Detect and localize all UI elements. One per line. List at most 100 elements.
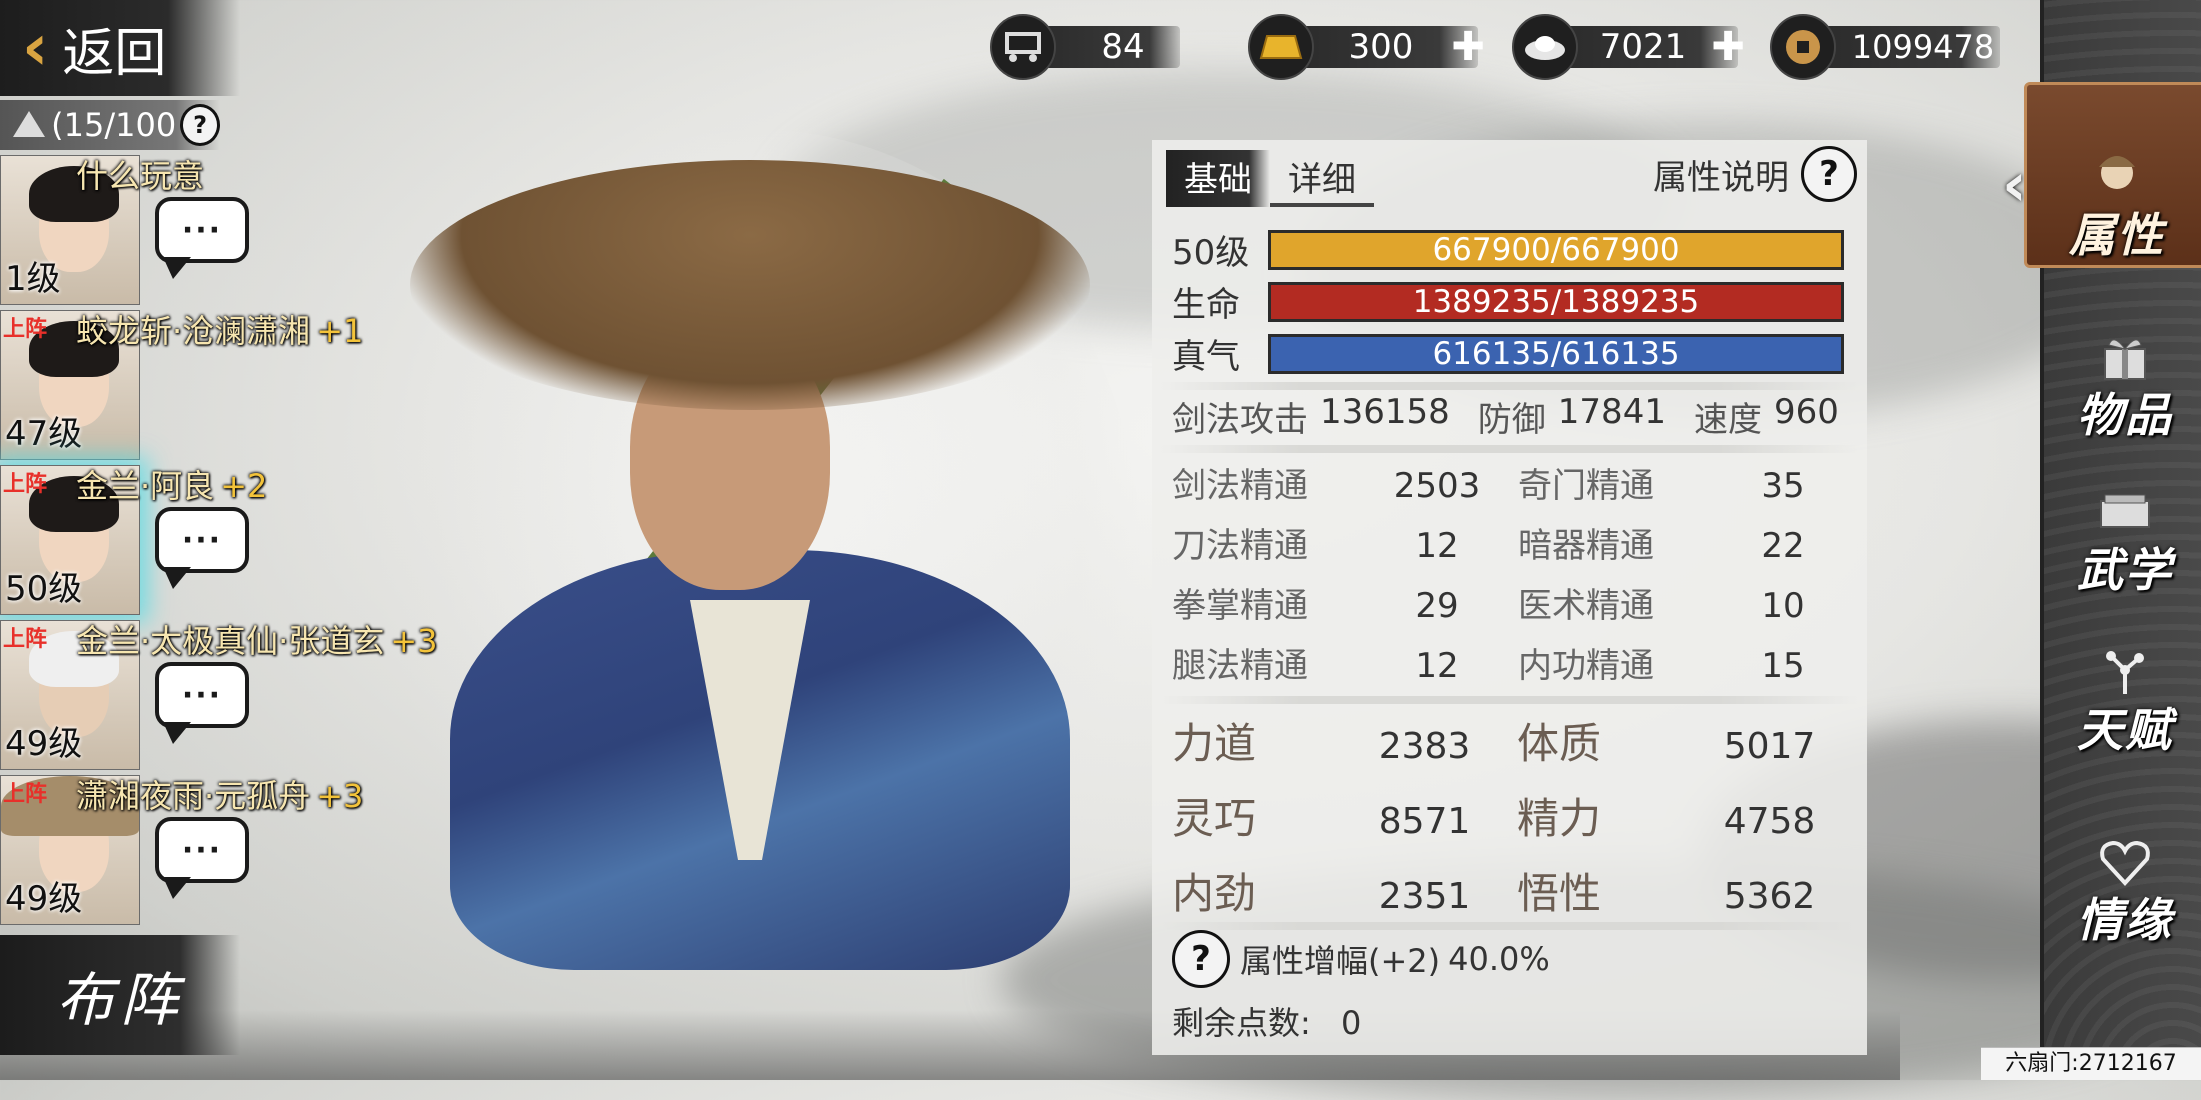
on-field-badge: 上阵 (3, 627, 48, 652)
attribute-bonus: ? 属性增幅(+2) 40.0% (1172, 930, 1550, 988)
tab-detail[interactable]: 详细 (1270, 150, 1374, 207)
hp-bar-text: 1389235/1389235 (1412, 283, 1700, 320)
mastery-label: 暗器精通 (1518, 526, 1654, 566)
mastery-value: 15 (1761, 646, 1805, 686)
attribute-value: 2383 (1378, 726, 1471, 767)
roster-member[interactable]: 1级 什么玩意 ··· (0, 155, 260, 310)
mastery-row: 剑法精通 2503 奇门精通 35 (1172, 458, 1858, 507)
divider (1160, 922, 1859, 930)
member-level: 1级 (5, 259, 61, 299)
combat-stats: 剑法攻击 136158 防御 17841 速度 960 (1172, 392, 1855, 441)
hp-bar: 1389235/1389235 (1268, 281, 1844, 322)
attribute-label: 精力 (1517, 794, 1602, 843)
chat-bubble-icon[interactable]: ··· (155, 197, 249, 279)
roster-help-icon[interactable]: ? (180, 104, 220, 146)
bonus-help-icon[interactable]: ? (1172, 930, 1230, 988)
member-name: 潇湘夜雨·元孤舟 +3 (76, 777, 364, 815)
attribute-explanation-label: 属性说明 (1653, 157, 1789, 198)
nav-label: 情缘 (2077, 893, 2173, 947)
attribute-value: 4758 (1723, 801, 1816, 842)
member-level: 47级 (5, 414, 83, 454)
straw-hat (410, 160, 1090, 410)
add-silver-button[interactable]: ✚ (1708, 24, 1748, 70)
gift-box-icon (2090, 327, 2160, 387)
roster-member[interactable]: 上阵 49级 金兰·太极真仙·张道玄 +3 ··· (0, 620, 438, 775)
attribute-row: 力道 2383 体质 5017 (1172, 710, 1862, 771)
mastery-label: 腿法精通 (1172, 646, 1308, 686)
gold-bar-icon (1248, 14, 1314, 80)
exp-bar: 667900/667900 (1268, 229, 1844, 270)
mastery-label: 拳掌精通 (1172, 586, 1308, 626)
attribute-row: 内劲 2351 悟性 5362 (1172, 860, 1862, 921)
member-name: 金兰·太极真仙·张道玄 +3 (76, 622, 438, 660)
roster-list: 1级 什么玩意 ··· 上阵 47级 蛟龙斩·沧澜潇湘 +1 上阵 50级 金兰·… (0, 155, 438, 930)
chat-bubble-icon[interactable]: ··· (155, 662, 249, 744)
on-field-badge: 上阵 (3, 782, 48, 807)
member-level: 50级 (5, 569, 83, 609)
mastery-value: 22 (1761, 526, 1805, 566)
mastery-row: 拳掌精通 29 医术精通 10 (1172, 578, 1858, 627)
mastery-value: 29 (1415, 586, 1459, 626)
chat-bubble-icon[interactable]: ··· (155, 817, 249, 899)
mastery-label: 医术精通 (1518, 586, 1654, 626)
remaining-points: 剩余点数: 0 (1172, 998, 1361, 1044)
attribute-label: 力道 (1172, 719, 1257, 768)
roster-member[interactable]: 上阵 47级 蛟龙斩·沧澜潇湘 +1 (0, 310, 363, 465)
tab-basic[interactable]: 基础 (1166, 150, 1270, 207)
nav-label: 属性 (2069, 208, 2165, 262)
attribute-value: 5017 (1723, 726, 1816, 767)
chat-bubble-icon[interactable]: ··· (155, 507, 249, 589)
attribute-value: 2351 (1378, 876, 1471, 917)
mastery-label: 剑法精通 (1172, 466, 1308, 506)
copper-coin-icon (1770, 14, 1836, 80)
nav-martial-arts[interactable]: 武学 (2050, 440, 2200, 600)
attribute-value: 5362 (1723, 876, 1816, 917)
member-level: 49级 (5, 724, 83, 764)
attribute-explanation-button[interactable]: 属性说明 ? (1653, 146, 1857, 202)
member-name: 金兰·阿良 +2 (76, 467, 268, 505)
currency-gold: 300 ✚ (1248, 14, 1488, 80)
character-icon (2082, 147, 2152, 207)
defense-value: 17841 (1557, 392, 1666, 432)
roster-icon (6, 103, 51, 147)
silver-ingot-icon (1512, 14, 1578, 80)
roster-count: (15/100 (51, 106, 177, 144)
nav-items[interactable]: 物品 (2050, 285, 2200, 445)
mastery-value: 12 (1415, 526, 1459, 566)
qi-bar: 616135/616135 (1268, 333, 1844, 374)
roster-header: (15/100 ? (0, 100, 220, 150)
scroll-book-icon (2090, 482, 2160, 542)
heart-icon (2090, 832, 2160, 892)
currency-value: 7021 (1599, 27, 1687, 67)
nav-attributes[interactable]: 属性 (2024, 82, 2201, 268)
chevron-left-icon: ‹ (22, 11, 49, 85)
back-button[interactable]: ‹ 返回 (0, 0, 240, 96)
mastery-value: 35 (1761, 466, 1805, 506)
mastery-label: 奇门精通 (1518, 466, 1654, 506)
nav-label: 天赋 (2077, 703, 2173, 757)
attribute-label: 灵巧 (1172, 794, 1257, 843)
speed-value: 960 (1773, 392, 1839, 432)
nav-label: 武学 (2077, 543, 2173, 597)
stats-panel: 基础 详细 属性说明 ? 50级 667900/667900 生命 138923… (1152, 140, 1867, 1055)
roster-member[interactable]: 上阵 49级 潇湘夜雨·元孤舟 +3 ··· (0, 775, 363, 930)
stats-tabs: 基础 详细 (1166, 150, 1374, 207)
mastery-value: 12 (1415, 646, 1459, 686)
divider (1160, 445, 1859, 453)
add-gold-button[interactable]: ✚ (1448, 24, 1488, 70)
hp-label: 生命 (1172, 285, 1240, 325)
formation-button[interactable]: 布阵 (0, 935, 240, 1055)
server-id-label: 六扇门:2712167 (1981, 1047, 2201, 1080)
divider (1160, 382, 1859, 390)
nav-talents[interactable]: 天赋 (2050, 600, 2200, 760)
sword-attack-label: 剑法攻击 (1172, 400, 1308, 440)
currency-coin: 1099478 (1770, 14, 2010, 80)
nav-relationships[interactable]: 情缘 (2050, 790, 2200, 950)
attribute-row: 灵巧 8571 精力 4758 (1172, 785, 1862, 846)
mastery-value: 2503 (1393, 466, 1481, 506)
mastery-row: 腿法精通 12 内功精通 15 (1172, 638, 1858, 687)
speed-label: 速度 (1693, 400, 1762, 440)
level-label: 50级 (1172, 233, 1250, 273)
divider (1160, 696, 1859, 704)
roster-member-selected[interactable]: 上阵 50级 金兰·阿良 +2 ··· (0, 465, 267, 620)
